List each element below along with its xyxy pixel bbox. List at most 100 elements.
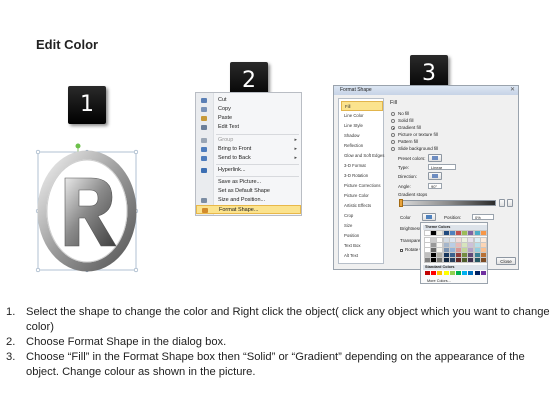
theme-color-swatch[interactable] [424,252,431,258]
theme-color-swatch[interactable] [455,237,462,243]
standard-color-swatch[interactable] [462,271,468,275]
menu-item-hyperlink[interactable]: Hyperlink... [196,166,301,175]
theme-color-swatch[interactable] [436,237,444,243]
nav-fill[interactable]: Fill [341,101,383,111]
theme-color-swatch[interactable] [424,257,431,263]
theme-color-swatch[interactable] [461,230,469,236]
theme-color-swatch[interactable] [461,242,469,248]
nav-crop[interactable]: Crop [341,211,383,221]
theme-color-swatch[interactable] [461,252,469,258]
theme-color-swatch[interactable] [467,252,475,258]
theme-color-swatch[interactable] [442,252,450,258]
theme-color-swatch[interactable] [455,252,462,258]
theme-color-swatch[interactable] [479,230,487,236]
theme-color-swatch[interactable] [430,247,438,253]
radio-pattern-fill[interactable] [391,140,395,144]
theme-color-swatch[interactable] [448,242,456,248]
radio-picture-fill[interactable] [391,133,395,137]
theme-color-swatch[interactable] [442,230,450,236]
theme-color-swatch[interactable] [448,257,456,263]
standard-color-swatch[interactable] [425,271,430,275]
theme-color-swatch[interactable] [479,252,487,258]
theme-color-swatch[interactable] [473,237,481,243]
preset-colors-button[interactable] [428,154,442,162]
theme-color-swatch[interactable] [461,247,469,253]
theme-color-swatch[interactable] [455,230,462,236]
nav-line-style[interactable]: Line Style [341,121,383,131]
standard-color-swatch[interactable] [468,271,474,275]
theme-color-swatch[interactable] [442,237,450,243]
nav-shadow[interactable]: Shadow [341,131,383,141]
theme-color-swatch[interactable] [430,242,438,248]
nav-line-color[interactable]: Line Color [341,111,383,121]
theme-color-swatch[interactable] [424,237,431,243]
menu-item-send-to-back[interactable]: Send to Back ▸ [196,154,301,163]
theme-color-swatch[interactable] [479,247,487,253]
theme-color-swatch[interactable] [430,257,438,263]
gradient-stops-bar[interactable] [400,200,496,206]
remove-stop-button[interactable] [507,199,513,207]
theme-color-swatch[interactable] [442,242,450,248]
theme-color-swatch[interactable] [467,237,475,243]
theme-color-swatch[interactable] [448,247,456,253]
radio-no-fill[interactable] [391,112,395,116]
theme-color-swatch[interactable] [473,252,481,258]
theme-color-swatch[interactable] [430,252,438,258]
theme-color-swatch[interactable] [467,242,475,248]
standard-color-swatch[interactable] [443,271,449,275]
nav-3d-format[interactable]: 3-D Format [341,161,383,171]
theme-color-swatch[interactable] [461,237,469,243]
menu-item-save-as-picture[interactable]: Save as Picture... [196,178,301,187]
theme-color-swatch[interactable] [442,257,450,263]
standard-color-swatch[interactable] [474,271,480,275]
menu-item-paste[interactable]: Paste [196,114,301,123]
standard-color-swatch[interactable] [431,271,437,275]
menu-item-copy[interactable]: Copy [196,105,301,114]
nav-picture-corrections[interactable]: Picture Corrections [341,181,383,191]
theme-color-swatch[interactable] [442,247,450,253]
theme-color-swatch[interactable] [473,230,481,236]
menu-item-cut[interactable]: Cut [196,96,301,105]
theme-color-swatch[interactable] [424,247,431,253]
menu-item-bring-to-front[interactable]: Bring to Front ▸ [196,145,301,154]
theme-color-swatch[interactable] [467,247,475,253]
theme-color-swatch[interactable] [479,237,487,243]
menu-item-edit-text[interactable]: Edit Text [196,123,301,132]
nav-size[interactable]: Size [341,221,383,231]
standard-color-swatch[interactable] [449,271,455,275]
theme-color-swatch[interactable] [424,242,431,248]
theme-color-swatch[interactable] [455,242,462,248]
nav-artistic-effects[interactable]: Artistic Effects [341,201,383,211]
gradient-stop-handle[interactable] [399,199,403,207]
theme-color-swatch[interactable] [479,242,487,248]
theme-color-swatch[interactable] [430,230,438,236]
close-button[interactable]: Close [496,257,516,265]
theme-color-swatch[interactable] [448,230,456,236]
angle-input[interactable]: 90° [428,183,442,189]
color-picker-button[interactable] [422,213,436,221]
radio-solid-fill[interactable] [391,119,395,123]
rotate-checkbox[interactable] [400,249,403,252]
theme-color-swatch[interactable] [467,230,475,236]
theme-color-swatch[interactable] [455,257,462,263]
menu-item-format-shape[interactable]: Format Shape... [196,205,301,214]
theme-color-swatch[interactable] [473,242,481,248]
close-icon[interactable]: ✕ [510,86,515,95]
nav-alt-text[interactable]: Alt Text [341,251,383,261]
standard-color-swatch[interactable] [480,271,486,275]
theme-color-swatch[interactable] [448,237,456,243]
menu-item-group[interactable]: Group ▸ [196,136,301,145]
theme-color-swatch[interactable] [424,230,431,236]
theme-color-swatch[interactable] [448,252,456,258]
type-select[interactable]: Linear [428,164,456,170]
nav-text-box[interactable]: Text Box [341,241,383,251]
theme-color-swatch[interactable] [430,237,438,243]
radio-slide-bg-fill[interactable] [391,147,395,151]
standard-color-swatch[interactable] [437,271,443,275]
nav-3d-rotation[interactable]: 3-D Rotation [341,171,383,181]
theme-color-swatch[interactable] [479,257,487,263]
theme-color-swatch[interactable] [467,257,475,263]
more-colors-link[interactable]: More Colors... [427,278,451,284]
registered-shape[interactable] [32,142,142,277]
theme-color-swatch[interactable] [473,247,481,253]
